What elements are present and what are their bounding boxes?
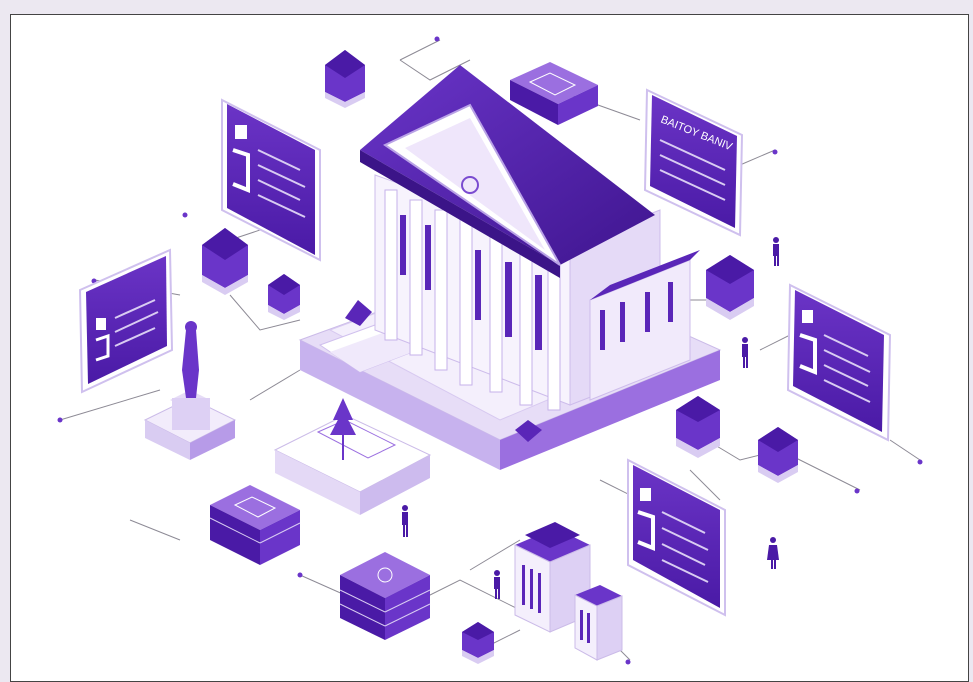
info-panel-right	[786, 283, 892, 442]
info-panel-left	[78, 248, 174, 394]
server-stack-bottom	[339, 552, 431, 640]
info-panel-bottom-right	[627, 458, 726, 617]
bank-network-illustration: BAITOY BANIV	[57, 36, 923, 665]
info-panel-top-left	[221, 98, 321, 262]
server-stack-left	[209, 485, 301, 565]
annex-building-small	[574, 585, 623, 661]
